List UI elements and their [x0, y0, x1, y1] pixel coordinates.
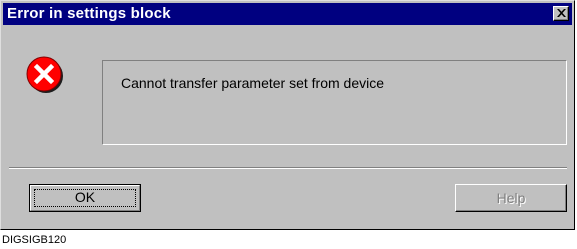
title-bar[interactable]: Error in settings block — [3, 3, 572, 25]
message-panel: Cannot transfer parameter set from devic… — [102, 60, 567, 145]
dialog-title: Error in settings block — [7, 5, 171, 22]
screenshot-stage: Error in settings block Cannot transfer … — [0, 0, 577, 249]
close-button[interactable] — [553, 6, 569, 21]
figure-caption: DIGSIGB120 — [2, 234, 67, 246]
error-icon — [26, 56, 63, 93]
separator — [9, 167, 567, 169]
close-icon — [557, 9, 566, 17]
ok-button[interactable]: OK — [29, 184, 141, 212]
help-button[interactable]: Help — [455, 184, 567, 212]
error-dialog: Error in settings block Cannot transfer … — [0, 0, 575, 230]
help-button-label: Help — [496, 190, 526, 206]
error-message: Cannot transfer parameter set from devic… — [121, 75, 385, 91]
ok-button-label: OK — [74, 189, 96, 205]
